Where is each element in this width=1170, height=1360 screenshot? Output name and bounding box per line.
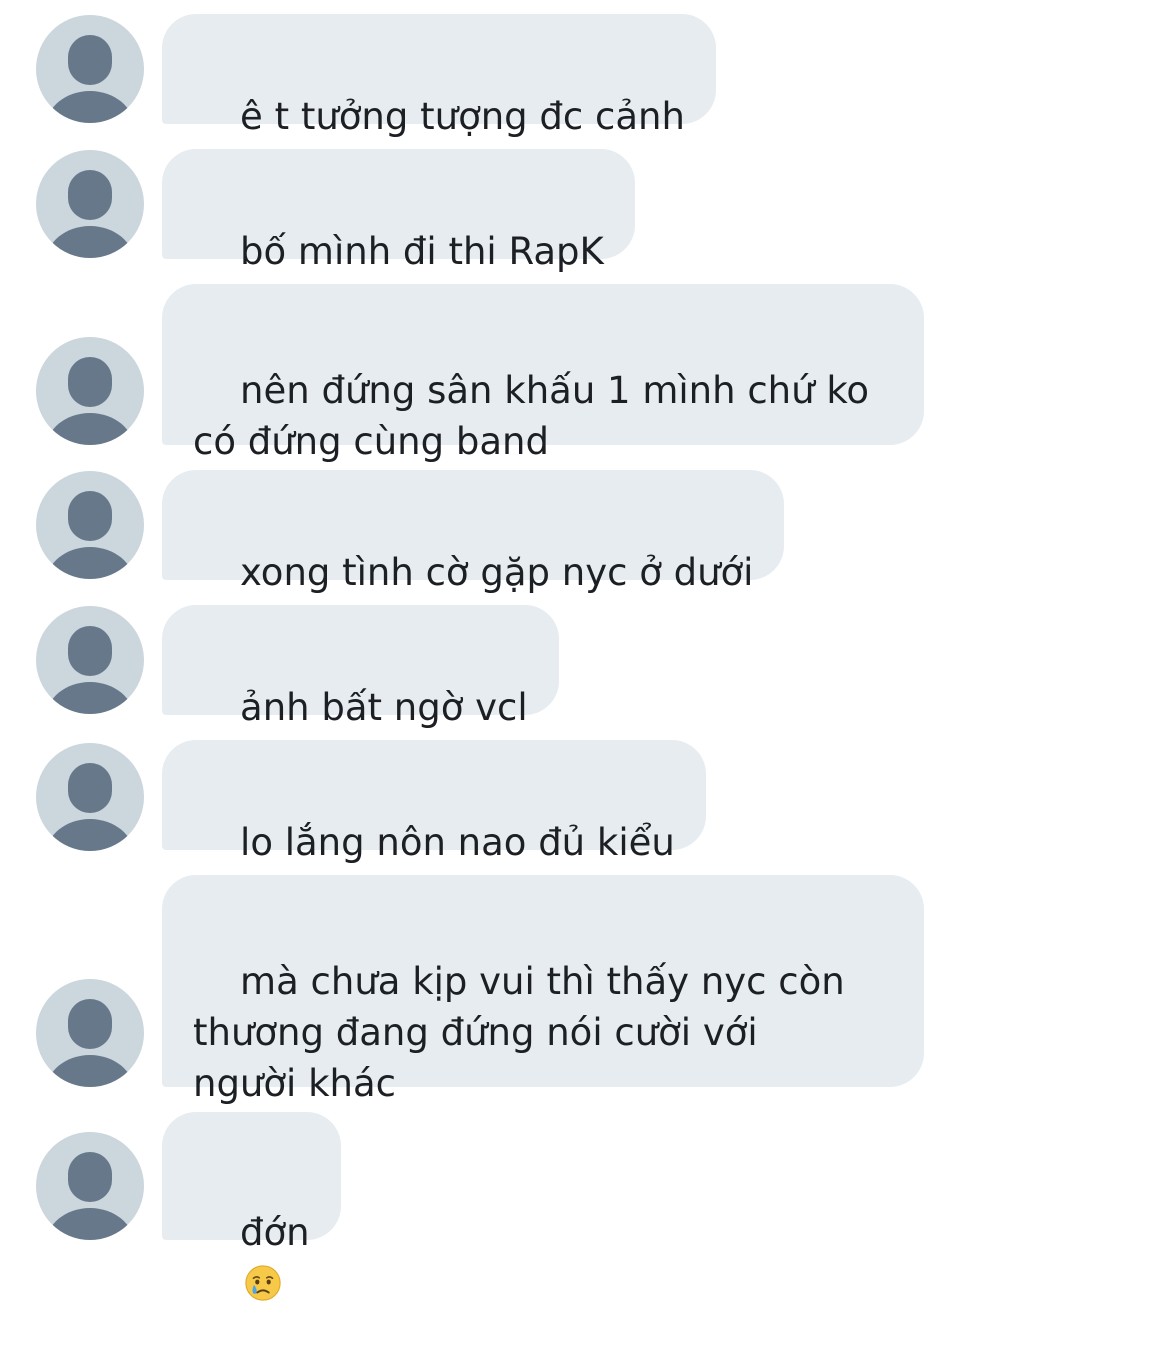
message-text: xong tình cờ gặp nyc ở dưới <box>240 551 754 594</box>
default-avatar-icon <box>46 626 134 714</box>
message-bubble[interactable]: lo lắng nôn nao đủ kiểu <box>162 740 706 864</box>
message-row: nên đứng sân khấu 1 mình chứ ko có đứng … <box>0 284 1170 463</box>
message-text: lo lắng nôn nao đủ kiểu <box>240 821 675 864</box>
default-avatar-icon <box>46 1152 134 1240</box>
message-row: bố mình đi thi RapK <box>0 149 1170 273</box>
avatar[interactable] <box>36 1132 144 1240</box>
message-text: nên đứng sân khấu 1 mình chứ ko có đứng … <box>193 369 870 463</box>
message-text: bố mình đi thi RapK <box>240 230 604 273</box>
message-row: đớn <box>0 1112 1170 1301</box>
message-bubble[interactable]: ê t tưởng tượng đc cảnh <box>162 14 716 138</box>
crying-face-emoji-icon <box>245 1265 281 1301</box>
message-row: xong tình cờ gặp nyc ở dưới <box>0 470 1170 594</box>
avatar[interactable] <box>36 337 144 445</box>
avatar[interactable] <box>36 150 144 258</box>
message-text: đớn <box>240 1211 310 1254</box>
message-bubble[interactable]: nên đứng sân khấu 1 mình chứ ko có đứng … <box>162 284 924 463</box>
avatar[interactable] <box>36 471 144 579</box>
default-avatar-icon <box>46 999 134 1087</box>
default-avatar-icon <box>46 491 134 579</box>
message-row: ê t tưởng tượng đc cảnh <box>0 14 1170 138</box>
default-avatar-icon <box>46 763 134 851</box>
default-avatar-icon <box>46 170 134 258</box>
default-avatar-icon <box>46 357 134 445</box>
avatar[interactable] <box>36 979 144 1087</box>
message-bubble[interactable]: ảnh bất ngờ vcl <box>162 605 559 729</box>
message-text: ảnh bất ngờ vcl <box>240 686 528 729</box>
message-bubble[interactable]: mà chưa kịp vui thì thấy nyc còn thương … <box>162 875 924 1105</box>
message-text: mà chưa kịp vui thì thấy nyc còn thương … <box>193 960 845 1105</box>
avatar[interactable] <box>36 15 144 123</box>
avatar[interactable] <box>36 743 144 851</box>
default-avatar-icon <box>46 35 134 123</box>
avatar[interactable] <box>36 606 144 714</box>
message-bubble[interactable]: xong tình cờ gặp nyc ở dưới <box>162 470 785 594</box>
message-row: mà chưa kịp vui thì thấy nyc còn thương … <box>0 875 1170 1105</box>
message-row: lo lắng nôn nao đủ kiểu <box>0 740 1170 864</box>
message-row: ảnh bất ngờ vcl <box>0 605 1170 729</box>
message-bubble[interactable]: đớn <box>162 1112 341 1301</box>
message-bubble[interactable]: bố mình đi thi RapK <box>162 149 635 273</box>
message-text: ê t tưởng tượng đc cảnh <box>240 95 685 138</box>
